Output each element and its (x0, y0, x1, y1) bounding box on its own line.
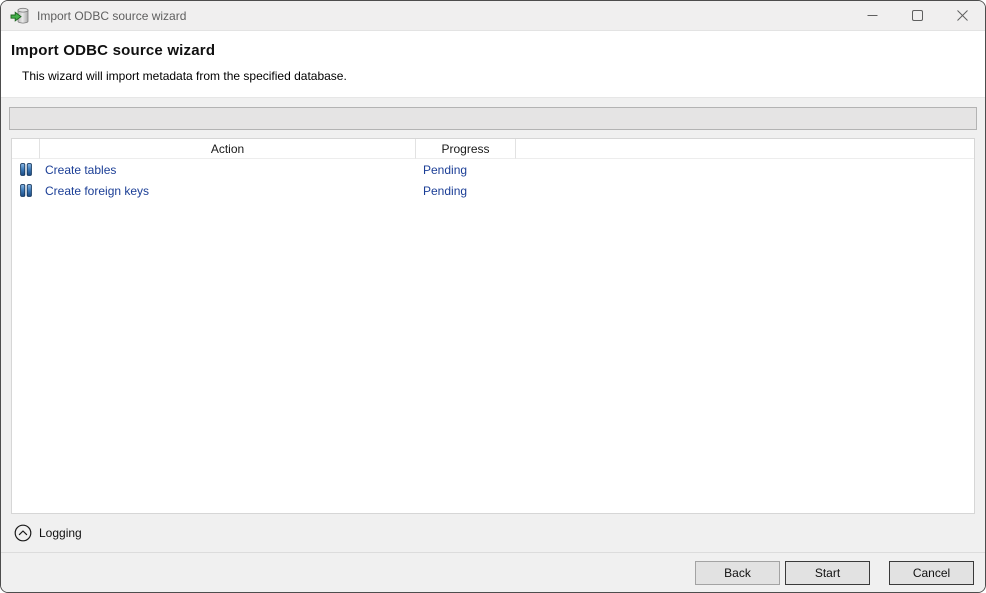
column-header-progress[interactable]: Progress (416, 139, 516, 159)
column-header-status[interactable] (12, 139, 40, 159)
row-action-label: Create foreign keys (40, 180, 416, 201)
logging-bar: Logging (1, 514, 985, 552)
close-icon (957, 10, 968, 21)
titlebar[interactable]: Import ODBC source wizard (1, 1, 985, 31)
row-progress-label: Pending (416, 180, 516, 201)
cancel-button[interactable]: Cancel (889, 561, 974, 585)
table-row-create-foreign-keys[interactable]: Create foreign keys Pending (12, 180, 974, 201)
row-progress-label: Pending (416, 159, 516, 180)
maximize-button[interactable] (895, 1, 940, 30)
pause-icon (20, 184, 32, 197)
pause-icon (20, 163, 32, 176)
overall-progress-bar (9, 107, 977, 130)
page-subtitle: This wizard will import metadata from th… (22, 69, 975, 83)
start-button[interactable]: Start (785, 561, 870, 585)
window-title: Import ODBC source wizard (37, 9, 850, 23)
page-title: Import ODBC source wizard (11, 42, 975, 59)
database-import-icon (10, 7, 29, 24)
footer-button-bar: Back Start Cancel (1, 552, 985, 592)
table-row-create-tables[interactable]: Create tables Pending (12, 159, 974, 180)
chevron-up-circle-icon (14, 524, 32, 542)
logging-toggle[interactable]: Logging (14, 524, 82, 542)
column-header-spacer (516, 139, 974, 159)
minimize-button[interactable] (850, 1, 895, 30)
row-action-label: Create tables (40, 159, 416, 180)
task-table: Action Progress Create tables Pending (11, 138, 975, 514)
close-button[interactable] (940, 1, 985, 30)
minimize-icon (867, 10, 878, 21)
column-header-action[interactable]: Action (40, 139, 416, 159)
logging-label: Logging (39, 526, 82, 540)
table-header-row: Action Progress (12, 139, 974, 159)
import-odbc-wizard-window: Import ODBC source wizard Import ODB (0, 0, 986, 593)
maximize-icon (912, 10, 923, 21)
wizard-header: Import ODBC source wizard This wizard wi… (1, 31, 985, 98)
back-button[interactable]: Back (695, 561, 780, 585)
